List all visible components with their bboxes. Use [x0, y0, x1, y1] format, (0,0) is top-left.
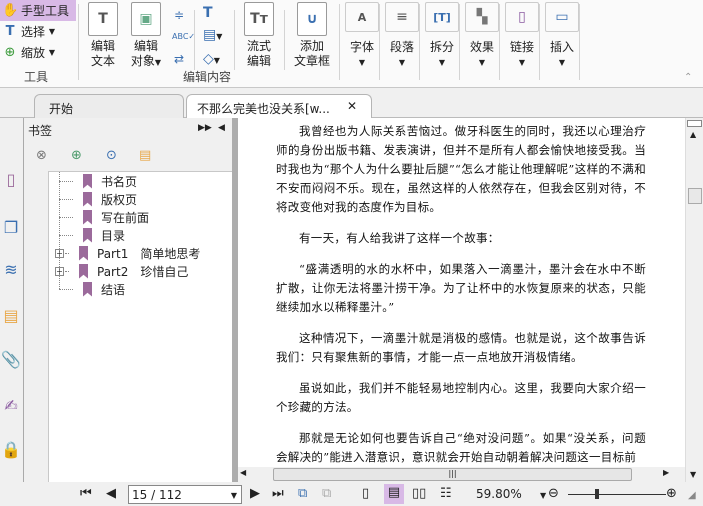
single-page-icon[interactable]: ▯: [362, 486, 369, 501]
spellcheck-icon[interactable]: ABC✓: [172, 26, 195, 48]
paragraph-icon: ≡: [385, 2, 419, 32]
add-bookmark-icon[interactable]: ⊕: [71, 148, 82, 163]
horizontal-scrollbar[interactable]: ◀ ||| ▶: [238, 467, 685, 482]
split-icon: [T]: [425, 2, 459, 32]
scroll-left-icon[interactable]: ◀: [240, 468, 246, 477]
zoom-level[interactable]: 59.80%: [476, 487, 522, 501]
font-button[interactable]: A 字体 ▼: [344, 2, 380, 70]
replace-icon[interactable]: ⇄: [172, 48, 186, 70]
flow-edit-button[interactable]: Tт 流式 编辑: [240, 2, 278, 69]
edit-group-label: 编辑内容: [183, 70, 232, 84]
tab-bar: 开始 不那么完美也没关系[w... ✕: [0, 89, 703, 118]
hand-icon: ✋: [2, 3, 19, 18]
zoom-slider[interactable]: [568, 494, 666, 495]
bookmark-item[interactable]: 版权页: [59, 190, 137, 208]
edit-text-button[interactable]: T 编辑 文本: [84, 2, 122, 69]
last-page-icon[interactable]: ⏭: [272, 486, 284, 501]
tools-group-label: 工具: [24, 70, 49, 84]
insert-button[interactable]: ▭ 插入 ▼: [544, 2, 580, 70]
paragraph: 那就是无论如何也要告诉自己“绝对没问题”。如果“没关系，问题会解决的”能进入潜意…: [276, 431, 646, 464]
zoom-out-icon[interactable]: ⊖: [548, 486, 559, 501]
scroll-right-icon[interactable]: ▶: [663, 468, 669, 477]
bookmark-panel-title: 书签: [28, 124, 53, 138]
bookmark-panel-icon[interactable]: ▯: [0, 170, 22, 189]
next-view-icon[interactable]: ⧉: [322, 486, 331, 501]
paragraph-button[interactable]: ≡ 段落 ▼: [384, 2, 420, 70]
paragraph: 虽说如此，我们并不能轻易地控制内心。这里，我要向大家介绍一个珍藏的方法。: [276, 381, 646, 414]
zoom-slider-thumb[interactable]: [595, 489, 600, 499]
status-bar: ⏮ ◀ 15 / 112 ▼ ▶ ⏭ ⧉ ⧉ ▯ ▤ ▯▯ ☷ 59.80% ▼ …: [0, 482, 703, 506]
bookmark-item[interactable]: 目录: [59, 226, 125, 244]
bookmark-panel: 书签 ▶▶ ◀ ⊗ ⊕ ⊙ ▤ 书名页 版权页 写在前面 目录 + Part1 简…: [24, 118, 232, 482]
previous-view-icon[interactable]: ⧉: [298, 486, 307, 501]
collapse-ribbon-icon[interactable]: ⌃: [684, 72, 692, 83]
bookmark-item[interactable]: 结语: [59, 280, 125, 298]
zoom-tool-button[interactable]: ⊕ 缩放 ▼: [0, 42, 55, 63]
bookmark-item[interactable]: + Part2 珍惜自己: [55, 262, 188, 280]
tab-document[interactable]: 不那么完美也没关系[w... ✕: [186, 94, 372, 118]
panel-expand-icon[interactable]: ▶▶: [198, 123, 212, 133]
hand-tool-button[interactable]: ✋ 手型工具: [0, 0, 76, 21]
flow-edit-icon: Tт: [244, 2, 274, 36]
add-textbox-icon: ∪: [297, 2, 327, 36]
security-lock-icon[interactable]: 🔒: [0, 440, 22, 459]
resize-grip-icon[interactable]: ◢: [688, 490, 696, 501]
panel-collapse-icon[interactable]: ◀: [218, 123, 225, 133]
add-textbox-button[interactable]: ∪ 添加 文章框: [292, 2, 332, 69]
zoom-icon: ⊕: [4, 45, 16, 60]
tab-start[interactable]: 开始: [34, 94, 184, 118]
prev-page-icon[interactable]: ◀: [106, 486, 116, 501]
font-icon: A: [345, 2, 379, 32]
go-to-bookmark-icon[interactable]: ⊙: [106, 148, 117, 163]
page-number-input[interactable]: 15 / 112 ▼: [128, 485, 242, 504]
signature-icon[interactable]: ✍: [0, 396, 22, 415]
edit-object-button[interactable]: ▣ 编辑 对象▼: [124, 2, 168, 70]
small-edit-tools: ≑ ABC✓ ⇄: [172, 4, 195, 70]
edit-object-icon: ▣: [131, 2, 161, 36]
layers-icon[interactable]: ≋: [0, 260, 22, 279]
link-button[interactable]: ▯ 链接 ▼: [504, 2, 540, 70]
bookmark-properties-icon[interactable]: ▤: [139, 148, 151, 163]
vertical-scrollbar[interactable]: ▲ ▼: [685, 118, 703, 482]
comments-icon[interactable]: ▤: [0, 306, 22, 325]
bookmark-item[interactable]: 书名页: [59, 172, 137, 190]
scroll-thumb[interactable]: [688, 188, 702, 204]
image-icon[interactable]: ▤▼: [203, 24, 222, 48]
text-tools: T ▤▼ ◇▼: [203, 2, 222, 72]
paragraph: 有一天，有人给我讲了这样一个故事：: [299, 231, 500, 245]
edit-text-icon: T: [88, 2, 118, 36]
paragraph: 这种情况下，一滴墨汁就是消极的感情。也就是说，这个故事告诉我们：只有聚焦新的事情…: [276, 331, 646, 364]
select-tool-button[interactable]: T 选择 ▼: [0, 21, 55, 42]
split-button[interactable]: [T] 拆分 ▼: [424, 2, 460, 70]
continuous-facing-icon[interactable]: ☷: [440, 486, 452, 501]
paragraph: “盛满透明的水的水杯中，如果落入一滴墨汁，墨汁会在水中不断扩散，让你无法将墨汁捞…: [276, 262, 646, 314]
bookmark-tree: 书名页 版权页 写在前面 目录 + Part1 简单地思考 + Part2 珍惜自己…: [48, 171, 232, 482]
continuous-page-icon[interactable]: ▤: [384, 484, 404, 504]
close-tab-icon[interactable]: ✕: [347, 99, 357, 113]
attachment-icon[interactable]: 📎: [0, 350, 22, 369]
delete-bookmark-icon[interactable]: ⊗: [36, 148, 47, 163]
link-icon: ▯: [505, 2, 539, 32]
left-panel-strip: ▯ ❐ ≋ ▤ 📎 ✍ 🔒: [0, 118, 24, 482]
line-spacing-icon[interactable]: ≑: [172, 4, 186, 26]
next-page-icon[interactable]: ▶: [250, 486, 260, 501]
text-icon[interactable]: T: [203, 2, 222, 24]
select-cursor-icon: T: [5, 24, 15, 39]
scroll-down-icon[interactable]: ▼: [690, 470, 696, 479]
scroll-thumb[interactable]: |||: [273, 468, 632, 481]
first-page-icon[interactable]: ⏮: [80, 486, 92, 501]
bookmark-item[interactable]: 写在前面: [59, 208, 149, 226]
zoom-in-icon[interactable]: ⊕: [666, 486, 677, 501]
scroll-up-icon[interactable]: ▲: [690, 130, 696, 139]
document-view: 我曾经也为人际关系苦恼过。做牙科医生的同时，我还以心理治疗师的身份出版书籍、发表…: [238, 118, 685, 467]
effect-button[interactable]: ▚ 效果 ▼: [464, 2, 500, 70]
effect-icon: ▚: [465, 2, 499, 32]
paragraph: 我曾经也为人际关系苦恼过。做牙科医生的同时，我还以心理治疗师的身份出版书籍、发表…: [276, 124, 646, 214]
facing-pages-icon[interactable]: ▯▯: [412, 486, 426, 501]
ribbon: ✋ 手型工具 T 选择 ▼ ⊕ 缩放 ▼ 工具 T 编辑 文本 ▣ 编辑 对象▼ ≑ ABC✓ ⇄…: [0, 0, 703, 88]
pages-icon[interactable]: ❐: [0, 218, 22, 237]
bookmark-item[interactable]: + Part1 简单地思考: [55, 244, 200, 262]
insert-icon: ▭: [545, 2, 579, 32]
